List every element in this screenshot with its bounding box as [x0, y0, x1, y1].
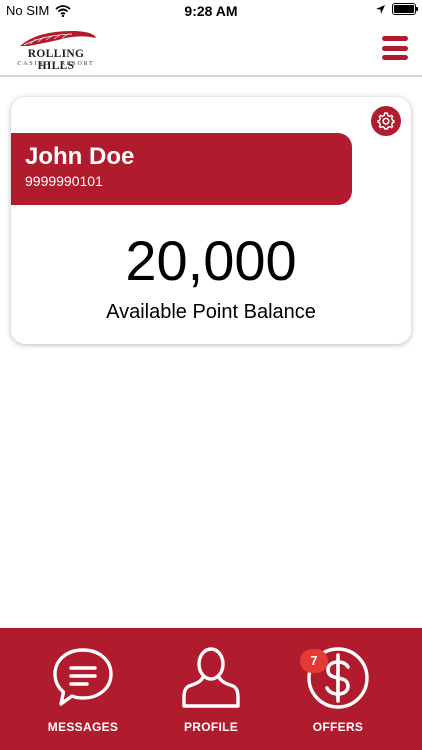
logo-subtitle: CASINO · RESORT: [17, 61, 95, 67]
location-arrow-icon: [376, 4, 385, 14]
account-card: John Doe 9999990101 20,000 Available Poi…: [11, 97, 411, 344]
status-time: 9:28 AM: [184, 3, 238, 19]
nav-messages[interactable]: MESSAGES: [23, 646, 143, 742]
status-bar: No SIM 9:28 AM: [0, 0, 422, 22]
battery-fill: [394, 5, 414, 13]
settings-button[interactable]: [371, 106, 401, 136]
nav-messages-label: MESSAGES: [47, 720, 119, 734]
logo-name: ROLLING HILLS: [27, 48, 85, 72]
chat-bubble-icon: [53, 648, 113, 706]
header-divider: [0, 75, 422, 77]
status-right: [375, 3, 418, 15]
bottom-nav: MESSAGES PROFILE OFFERS 7: [0, 628, 422, 750]
member-number: 9999990101: [25, 173, 103, 189]
member-banner: John Doe 9999990101: [11, 133, 352, 205]
menu-bar: [382, 36, 408, 41]
feather-logo-icon: [20, 30, 96, 46]
battery-icon: [392, 3, 418, 15]
menu-bar: [382, 55, 408, 60]
points-label: Available Point Balance: [106, 301, 316, 323]
rolling-hills-logo: ROLLING HILLS CASINO · RESORT: [10, 28, 102, 72]
points-balance: 20,000: [125, 229, 297, 292]
hamburger-menu-icon[interactable]: [382, 36, 408, 60]
menu-bar: [382, 45, 408, 51]
nav-offers-label: OFFERS: [312, 720, 364, 734]
offers-count-badge: 7: [300, 649, 328, 673]
nav-offers[interactable]: OFFERS: [278, 646, 398, 742]
nav-profile-label: PROFILE: [183, 720, 239, 734]
gear-icon: [377, 112, 395, 130]
app-header: ROLLING HILLS CASINO · RESORT: [0, 22, 422, 76]
nav-profile[interactable]: PROFILE: [151, 646, 271, 742]
person-icon: [182, 647, 240, 708]
member-name: John Doe: [25, 143, 135, 170]
